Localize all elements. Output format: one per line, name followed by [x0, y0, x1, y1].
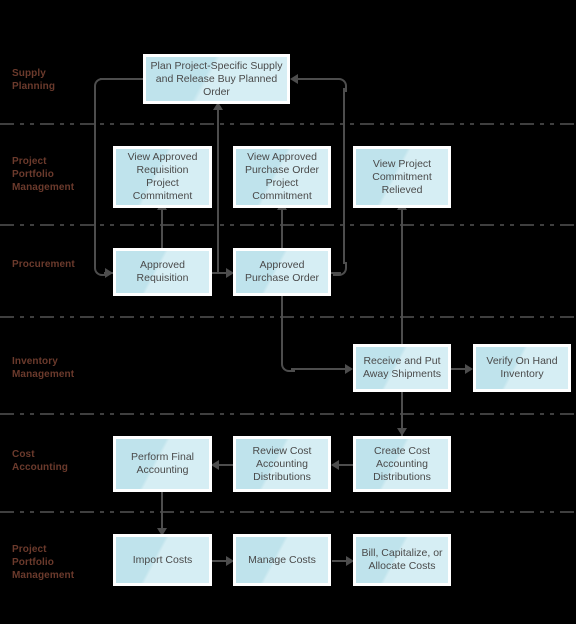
node-text-line: Commitment [252, 190, 312, 202]
connector-po-to-receive-vert [281, 296, 283, 364]
node-text-line: Review Cost [252, 444, 312, 457]
node-text-line: Bill, Capitalize, or [361, 547, 443, 559]
node-text-line: View Approved [127, 151, 198, 163]
node-text-line: Verify On Hand [486, 355, 558, 367]
lane-label-cost-accounting: Cost Accounting [12, 448, 108, 474]
node-view-project-commitment-relieved[interactable]: View Project Commitment Relieved [353, 146, 451, 208]
lane-label-line: Project [12, 544, 47, 555]
node-receive-and-put-away-shipments[interactable]: Receive and Put Away Shipments [353, 344, 451, 392]
node-text-line: Plan Project-Specific Supply [150, 59, 283, 72]
node-text-line: Import Costs [132, 553, 193, 566]
lane-divider-2 [0, 224, 576, 226]
node-text-line: Accounting [136, 464, 189, 476]
connector-receive-to-relieved-vert [401, 208, 403, 344]
connector-plan-to-req-vert [94, 88, 96, 268]
connector-elbow-plan-in [333, 78, 347, 92]
arrowhead-receive-to-create-cost [397, 428, 407, 436]
node-view-approved-purchase-order-project-commitment[interactable]: View Approved Purchase Order Project Com… [233, 146, 331, 208]
node-text-line: Create Cost [373, 444, 431, 457]
node-text-line: View Project [372, 157, 432, 170]
node-text-line: Away Shipments [362, 368, 441, 380]
node-text-line: Manage Costs [248, 553, 316, 566]
diagram-canvas: Supply Planning Project Portfolio Manage… [0, 0, 576, 624]
lane-divider-5 [0, 511, 576, 513]
node-text-line: View Approved [247, 151, 317, 163]
connector-po-to-plan-h2 [296, 78, 336, 80]
connector-elbow-plan-req [94, 78, 108, 92]
node-verify-on-hand-inventory[interactable]: Verify On Hand Inventory [473, 344, 571, 392]
lane-label-line: Management [12, 570, 75, 581]
lane-label-line: Cost [12, 449, 35, 460]
node-text-line: Accounting [376, 457, 428, 470]
node-text-line: Order [203, 85, 230, 98]
node-text-line: Perform Final [130, 451, 194, 463]
node-plan-project-specific-supply[interactable]: Plan Project-Specific Supply and Release… [143, 54, 290, 104]
lane-label-line: Portfolio [12, 557, 55, 568]
node-text-line: Requisition [136, 272, 189, 284]
lane-label-line: Accounting [12, 462, 68, 473]
node-text-line: Distributions [373, 470, 431, 483]
lane-divider-3 [0, 316, 576, 318]
node-text-line: Approved [259, 259, 305, 271]
lane-label-line: Management [12, 369, 75, 380]
connector-po-to-plan-vert [343, 88, 345, 264]
connector-po-to-receive-h [291, 368, 348, 370]
lane-divider-4 [0, 413, 576, 415]
node-text-line: Distributions [253, 470, 311, 483]
node-text-line: Accounting [256, 457, 308, 470]
lane-divider-1 [0, 123, 576, 125]
connector-po-to-view-po [281, 208, 283, 250]
node-approved-purchase-order[interactable]: Approved Purchase Order [233, 248, 331, 296]
arrowhead-plan-to-req [105, 268, 113, 278]
lane-label-line: Inventory [12, 356, 58, 367]
node-text-line: Commitment [132, 190, 193, 202]
connector-req-to-view-req [161, 208, 163, 250]
node-import-costs[interactable]: Import Costs [113, 534, 212, 586]
connector-elbow-po-up [333, 262, 347, 276]
node-bill-capitalize-or-allocate-costs[interactable]: Bill, Capitalize, or Allocate Costs [353, 534, 451, 586]
node-text-line: Relieved [381, 183, 423, 196]
arrowhead-review-to-perform [211, 460, 219, 470]
node-perform-final-accounting[interactable]: Perform Final Accounting [113, 436, 212, 492]
node-review-cost-accounting-distributions[interactable]: Review Cost Accounting Distributions [233, 436, 331, 492]
node-text-line: Commitment [372, 170, 432, 183]
node-text-line: Inventory [500, 368, 544, 380]
lane-label-inventory-management: Inventory Management [12, 355, 108, 381]
node-view-approved-requisition-project-commitment[interactable]: View Approved Requisition Project Commit… [113, 146, 212, 208]
arrowhead-create-to-review [331, 460, 339, 470]
node-text-line: Purchase Order [244, 272, 320, 284]
lane-label-line: Supply [12, 68, 46, 79]
node-text-line: Approved [140, 259, 185, 271]
arrowhead-receive-to-verify [465, 364, 473, 374]
node-text-line: Project [265, 177, 299, 189]
node-approved-requisition[interactable]: Approved Requisition [113, 248, 212, 296]
node-create-cost-accounting-distributions[interactable]: Create Cost Accounting Distributions [353, 436, 451, 492]
node-text-line: Requisition Project [136, 164, 189, 189]
node-text-line: and Release Buy Planned [155, 72, 278, 85]
node-text-line: Purchase Order [244, 164, 320, 176]
arrowhead-po-to-plan [290, 74, 298, 84]
node-manage-costs[interactable]: Manage Costs [233, 534, 331, 586]
lane-label-project-portfolio-bottom: Project Portfolio Management [12, 543, 108, 582]
connector-req-to-plan-vert [217, 110, 219, 272]
node-text-line: Allocate Costs [368, 560, 436, 572]
node-text-line: Receive and Put [363, 355, 441, 367]
arrowhead-po-to-receive [345, 364, 353, 374]
